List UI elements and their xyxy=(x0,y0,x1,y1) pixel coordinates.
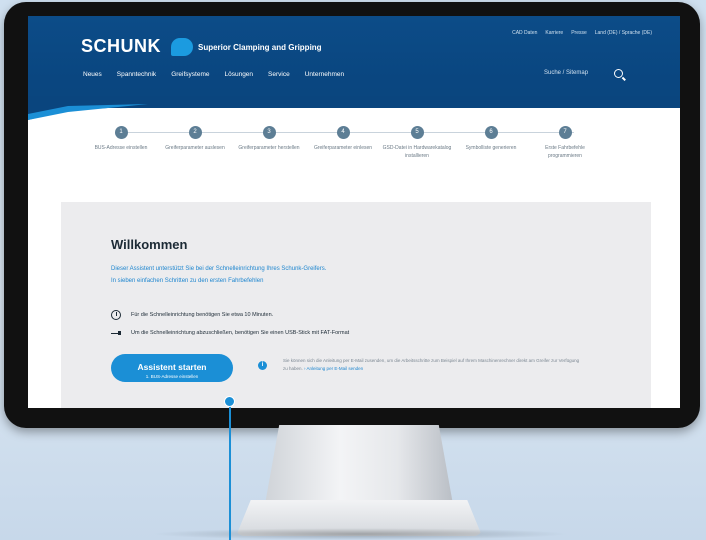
duration-text: Für die Schnelleinrichtung benötigen Sie… xyxy=(131,312,274,318)
search-input[interactable]: Suche / Sitemap xyxy=(544,70,588,76)
step-number: 2 xyxy=(188,126,202,139)
step-number: 1 xyxy=(114,126,128,139)
step-number: 5 xyxy=(410,126,424,139)
step-4[interactable]: 4 Greiferparameter einlesen xyxy=(306,126,380,152)
welcome-intro-line-1: Dieser Assistent unterstützt Sie bei der… xyxy=(111,266,327,272)
step-label: Greiferparameter herstellen xyxy=(238,145,300,151)
top-links: CAD Daten Karriere Presse Land (DE) / Sp… xyxy=(512,30,652,36)
usb-icon xyxy=(111,330,121,336)
step-3[interactable]: 3 Greiferparameter herstellen xyxy=(232,126,306,152)
welcome-title: Willkommen xyxy=(111,237,188,252)
nav-item-spanntechnik[interactable]: Spanntechnik xyxy=(117,71,156,78)
header-wave-decoration xyxy=(28,96,680,120)
monitor-stand-neck xyxy=(264,425,454,510)
usb-info: Um die Schnelleinrichtung abzuschließen,… xyxy=(111,330,349,336)
toplink-presse[interactable]: Presse xyxy=(571,30,587,36)
nav-item-service[interactable]: Service xyxy=(268,71,290,78)
step-label: Greiferparameter einlesen xyxy=(313,145,373,151)
logo-text: SCHUNK xyxy=(81,36,162,56)
search-icon[interactable] xyxy=(614,69,623,78)
welcome-intro-line-2: In sieben einfachen Schritten zu den ers… xyxy=(111,278,264,284)
step-label: GSD-Datei in Hardwarekatalog installiere… xyxy=(382,145,452,159)
toplink-karriere[interactable]: Karriere xyxy=(545,30,563,36)
step-number: 6 xyxy=(484,126,498,139)
logo-mark-icon xyxy=(170,38,193,57)
step-7[interactable]: 7 Erste Fahrbefehle programmieren xyxy=(528,126,602,160)
tagline: Superior Clamping and Gripping xyxy=(198,43,322,52)
step-1[interactable]: 1 BUS-Adresse einstellen xyxy=(84,126,158,152)
wizard-steps: 1 BUS-Adresse einstellen 2 Greiferparame… xyxy=(84,126,644,186)
callout-line xyxy=(229,404,231,540)
step-number: 4 xyxy=(336,126,350,139)
toplink-cad[interactable]: CAD Daten xyxy=(512,30,537,36)
nav-item-unternehmen[interactable]: Unternehmen xyxy=(305,71,344,78)
step-label: BUS-Adresse einstellen xyxy=(94,145,148,151)
step-2[interactable]: 2 Greiferparameter auslesen xyxy=(158,126,232,152)
info-icon: i xyxy=(258,361,267,370)
start-assistant-button[interactable]: Assistent starten 1. BUS-Adresse einstel… xyxy=(111,354,233,382)
clock-icon xyxy=(111,310,121,320)
send-instructions-link[interactable]: › Anleitung per E-Mail senden xyxy=(304,366,363,371)
start-button-sublabel: 1. BUS-Adresse einstellen xyxy=(145,373,199,379)
stand-shadow xyxy=(150,528,570,540)
start-button-label: Assistent starten xyxy=(137,361,207,372)
main-nav: Neues Spanntechnik Greifsysteme Lösungen… xyxy=(83,71,344,78)
nav-item-loesungen[interactable]: Lösungen xyxy=(224,71,253,78)
step-label: Greiferparameter auslesen xyxy=(165,145,225,151)
duration-info: Für die Schnelleinrichtung benötigen Sie… xyxy=(111,310,273,320)
nav-item-greifsysteme[interactable]: Greifsysteme xyxy=(171,71,209,78)
toplink-language[interactable]: Land (DE) / Sprache (DE) xyxy=(595,30,652,36)
step-number: 7 xyxy=(558,126,572,139)
step-number: 3 xyxy=(262,126,276,139)
callout-dot xyxy=(224,396,235,407)
step-5[interactable]: 5 GSD-Datei in Hardwarekatalog installie… xyxy=(380,126,454,160)
browser-screen: SCHUNK Superior Clamping and Gripping CA… xyxy=(28,16,680,408)
welcome-panel: Willkommen Dieser Assistent unterstützt … xyxy=(61,202,651,408)
schunk-logo[interactable]: SCHUNK xyxy=(81,36,193,57)
monitor-frame: SCHUNK Superior Clamping and Gripping CA… xyxy=(4,2,700,428)
step-label: Symbolliste generieren xyxy=(465,145,517,151)
step-label: Erste Fahrbefehle programmieren xyxy=(545,145,585,159)
usb-text: Um die Schnelleinrichtung abzuschließen,… xyxy=(131,330,350,336)
email-hint: Sie können sich die Anleitung per E-Mail… xyxy=(283,357,583,373)
nav-item-neues[interactable]: Neues xyxy=(83,71,102,78)
site-header: SCHUNK Superior Clamping and Gripping CA… xyxy=(28,16,680,108)
step-6[interactable]: 6 Symbolliste generieren xyxy=(454,126,528,152)
